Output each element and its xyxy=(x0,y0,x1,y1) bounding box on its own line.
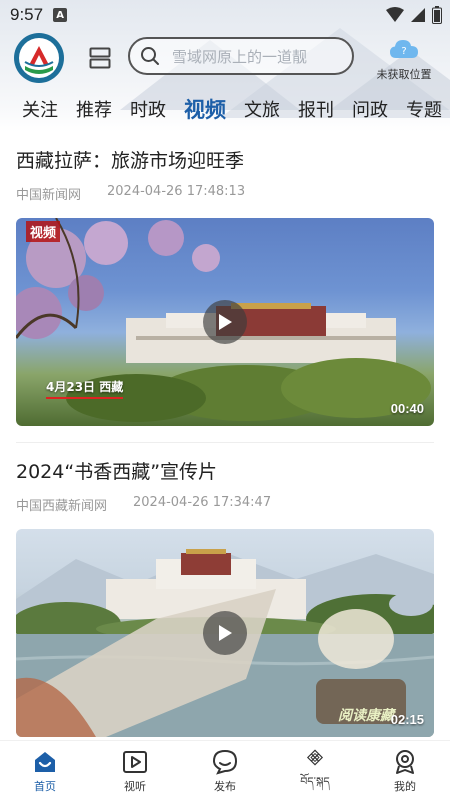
article-time: 2024-04-26 17:34:47 xyxy=(133,495,272,510)
video-caption: 4月23日 西藏 xyxy=(46,378,124,399)
search-placeholder: 雪域网原上的一道靓 xyxy=(172,47,308,66)
video-thumbnail[interactable]: 视频 4月23日 西藏 00:40 xyxy=(16,218,434,426)
search-icon xyxy=(141,47,159,65)
list-item[interactable]: 西藏拉萨：旅游市场迎旺季 中国新闻网 2024-04-26 17:48:13 视… xyxy=(0,132,450,426)
logo-emblem xyxy=(19,38,59,78)
svg-text:?: ? xyxy=(401,46,406,57)
video-duration: 00:40 xyxy=(390,401,424,416)
category-tabs: 关注 推荐 时政 视频 文旅 报刊 问政 专题 xyxy=(0,92,450,126)
tab-wenlv[interactable]: 文旅 xyxy=(244,96,280,122)
video-thumbnail[interactable]: 阅读康藏 02:15 xyxy=(16,529,434,737)
article-title[interactable]: 西藏拉萨：旅游市场迎旺季 xyxy=(16,132,434,174)
app-logo[interactable] xyxy=(14,33,64,83)
play-button[interactable] xyxy=(203,300,247,344)
article-meta: 中国西藏新闻网 2024-04-26 17:34:47 xyxy=(16,495,434,514)
endless-knot-icon xyxy=(306,749,324,766)
play-button[interactable] xyxy=(203,611,247,655)
nav-media[interactable]: 视听 xyxy=(90,741,180,800)
home-icon xyxy=(35,752,55,772)
play-square-icon xyxy=(123,751,147,773)
battery-icon xyxy=(432,6,442,24)
cloud-question-icon: ? xyxy=(390,40,418,58)
video-duration: 02:15 xyxy=(390,712,424,727)
tab-wenzheng[interactable]: 问政 xyxy=(352,96,388,122)
menu-button[interactable] xyxy=(82,42,118,74)
nav-profile-label: 我的 xyxy=(394,780,416,793)
tab-zhuanti[interactable]: 专题 xyxy=(406,96,442,122)
tab-shizheng[interactable]: 时政 xyxy=(130,96,166,122)
nav-media-label: 视听 xyxy=(124,780,146,793)
tab-shipin[interactable]: 视频 xyxy=(184,94,226,124)
chat-bubble-icon xyxy=(212,749,238,775)
nav-publish[interactable]: 发布 xyxy=(180,741,270,800)
article-time: 2024-04-26 17:48:13 xyxy=(107,184,246,199)
list-item[interactable]: 2024“书香西藏”宣传片 中国西藏新闻网 2024-04-26 17:34:4… xyxy=(0,443,450,737)
location-label: 未获取位置 xyxy=(376,68,432,81)
play-icon xyxy=(219,314,232,330)
news-feed: 西藏拉萨：旅游市场迎旺季 中国新闻网 2024-04-26 17:48:13 视… xyxy=(0,132,450,737)
wifi-icon xyxy=(386,7,404,22)
tab-tuijian[interactable]: 推荐 xyxy=(76,96,112,122)
status-bar: 9:57 A xyxy=(0,0,450,30)
status-time: 9:57 xyxy=(10,5,44,24)
logo-mountain-icon xyxy=(22,41,56,75)
nav-tibetan[interactable]: བོད་སྐད xyxy=(270,741,360,800)
menu-icon xyxy=(89,47,111,69)
video-badge: 视频 xyxy=(26,221,61,242)
status-icons xyxy=(386,6,442,24)
article-source: 中国新闻网 xyxy=(16,188,82,203)
video-watermark: 阅读康藏 xyxy=(338,708,394,724)
nav-profile[interactable]: 我的 xyxy=(360,741,450,800)
location-button[interactable]: ? 未获取位置 xyxy=(368,38,440,82)
nav-home[interactable]: 首页 xyxy=(0,741,90,800)
nav-home-label: 首页 xyxy=(34,780,56,793)
tab-guanzhu[interactable]: 关注 xyxy=(22,96,58,122)
bottom-navigation: 首页 视听 发布 བོད་སྐད 我的 xyxy=(0,740,450,800)
profile-icon xyxy=(396,750,414,774)
signal-icon xyxy=(411,8,425,22)
nav-publish-label: 发布 xyxy=(214,780,236,793)
article-title[interactable]: 2024“书香西藏”宣传片 xyxy=(16,443,434,485)
nav-tibetan-label: བོད་སྐད xyxy=(300,775,330,788)
article-meta: 中国新闻网 2024-04-26 17:48:13 xyxy=(16,184,434,203)
tab-baokan[interactable]: 报刊 xyxy=(298,96,334,122)
notification-a-icon: A xyxy=(53,8,68,22)
article-source: 中国西藏新闻网 xyxy=(16,499,108,514)
play-icon xyxy=(219,625,232,641)
search-input[interactable]: 雪域网原上的一道靓 xyxy=(128,37,354,75)
